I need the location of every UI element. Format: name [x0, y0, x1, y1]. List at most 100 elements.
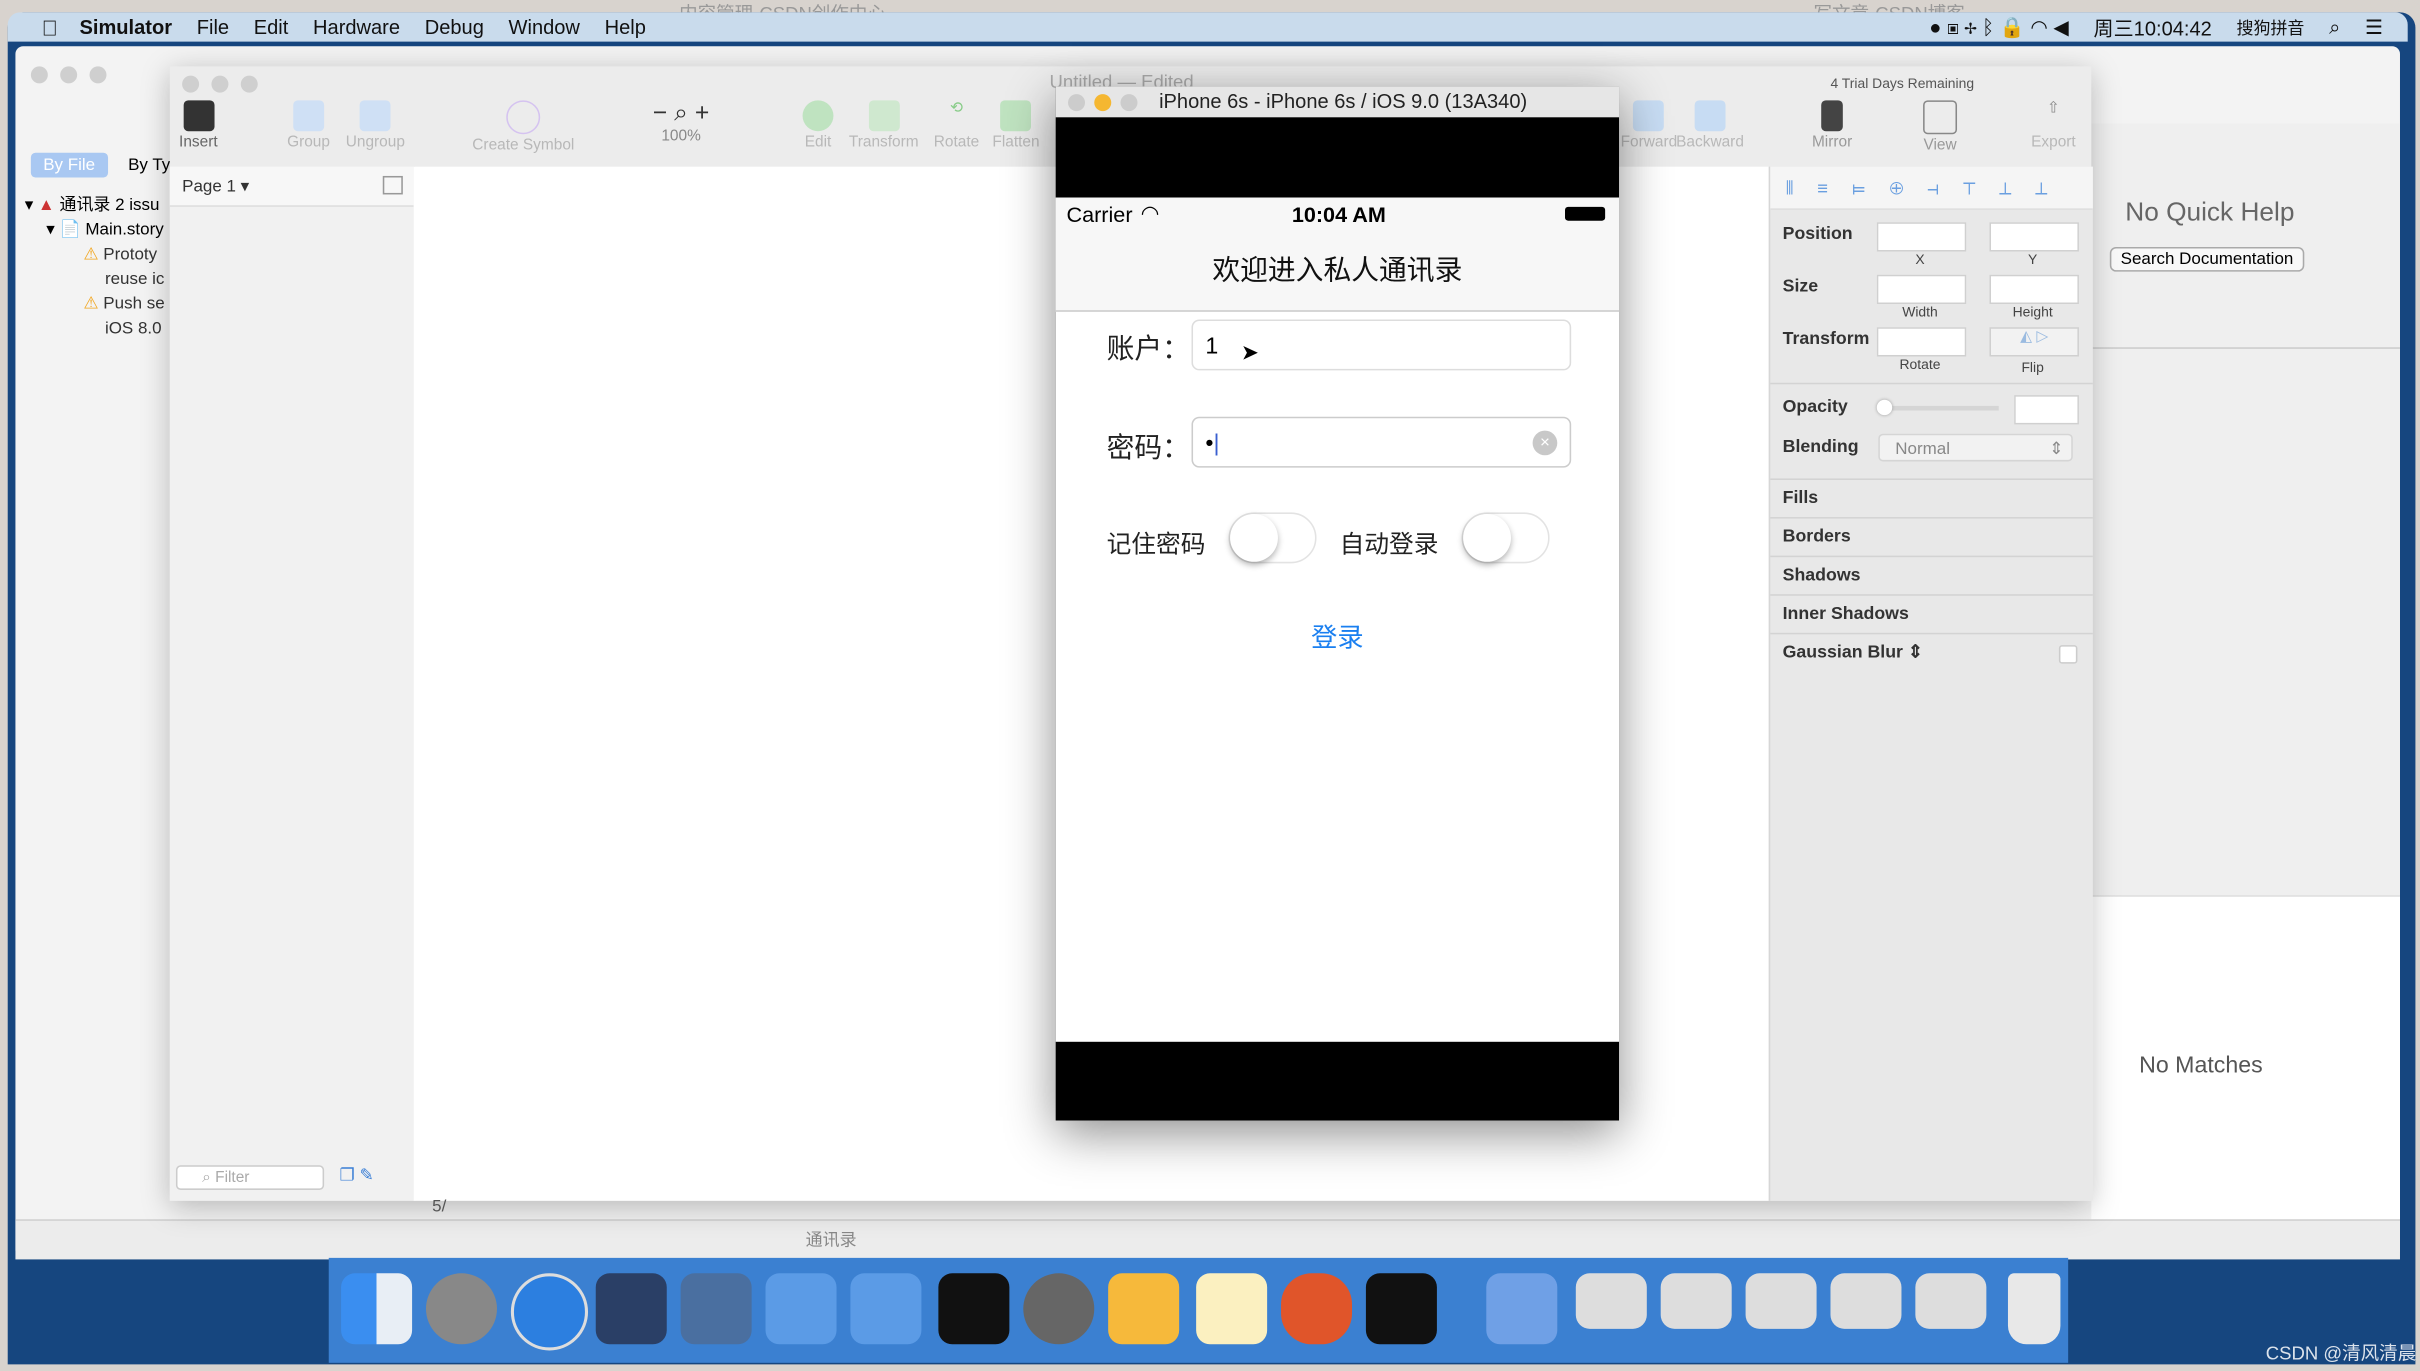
edit-button[interactable]: Edit: [802, 100, 834, 151]
rotate-input[interactable]: [1876, 327, 1967, 357]
remote-icon[interactable]: [1486, 1273, 1558, 1345]
system-preferences-icon[interactable]: [1023, 1273, 1095, 1345]
window-thumbnail-icon[interactable]: [1660, 1273, 1732, 1329]
warning-icon: ⚠: [83, 294, 99, 314]
xcode-icon[interactable]: [765, 1273, 837, 1345]
powerpoint-icon[interactable]: [1281, 1273, 1353, 1345]
height-input[interactable]: [1989, 274, 2079, 305]
window-thumbnail-icon[interactable]: [1830, 1273, 1902, 1329]
opacity-input[interactable]: [2014, 395, 2079, 425]
width-input[interactable]: [1876, 274, 1967, 305]
collapse-pages-icon[interactable]: [382, 175, 403, 195]
launchpad-icon[interactable]: [425, 1273, 497, 1345]
auto-login-switch[interactable]: [1461, 512, 1550, 564]
login-button[interactable]: 登录: [1056, 616, 1619, 655]
status-bar: Carrier ◠ 10:04 AM: [1055, 197, 1620, 232]
notification-icon[interactable]: ☰: [2365, 15, 2383, 40]
gaussian-blur-section[interactable]: Gaussian Blur ⇕: [1770, 632, 2093, 670]
sketch-window-controls[interactable]: [182, 73, 270, 101]
iphone-screen: Carrier ◠ 10:04 AM 欢迎进入私人通讯录 账户： 1 ➤ 密码：…: [1055, 197, 1620, 1042]
clear-text-icon[interactable]: ×: [1532, 430, 1558, 456]
window-controls[interactable]: [30, 63, 119, 91]
blur-checkbox[interactable]: [2058, 645, 2078, 664]
layers-panel: Page 1 ▾ ⌕ Filter ❐ ✎: [169, 166, 416, 1201]
finder-icon[interactable]: [341, 1273, 413, 1345]
borders-section[interactable]: Borders: [1770, 517, 2093, 554]
rotate-button[interactable]: ⟲ Rotate: [934, 100, 979, 151]
zoom-control[interactable]: − ⌕ +100%: [653, 100, 709, 145]
menu-help[interactable]: Help: [605, 15, 646, 38]
forward-button[interactable]: Forward: [1621, 100, 1677, 151]
sketch-icon[interactable]: [1108, 1273, 1180, 1345]
input-method[interactable]: 搜狗拼音: [2236, 15, 2304, 40]
export-button[interactable]: ⇧ Export: [2031, 100, 2076, 151]
notes-icon[interactable]: [1196, 1273, 1268, 1345]
fills-section[interactable]: Fills: [1770, 478, 2093, 515]
trash-icon[interactable]: [2007, 1273, 2061, 1345]
tree-storyboard[interactable]: ▾ 📄 Main.story: [25, 218, 170, 243]
apple-icon[interactable]: : [42, 15, 58, 40]
ungroup-button[interactable]: Ungroup: [346, 100, 405, 151]
watermark: CSDN @清风清晨: [2265, 1342, 2417, 1365]
opacity-label: Opacity: [1782, 398, 1848, 417]
search-documentation-button[interactable]: Search Documentation: [2109, 246, 2305, 272]
page-selector[interactable]: Page 1 ▾: [182, 176, 249, 196]
simulator-title: iPhone 6s - iPhone 6s / iOS 9.0 (13A340): [1159, 89, 1528, 113]
create-symbol-button[interactable]: Create Symbol: [472, 100, 574, 154]
flatten-button[interactable]: Flatten: [992, 100, 1040, 151]
mirror-button[interactable]: Mirror: [1812, 100, 1852, 151]
window-thumbnail-icon[interactable]: [1745, 1273, 1817, 1329]
remember-password-switch[interactable]: [1228, 512, 1317, 564]
shadows-section[interactable]: Shadows: [1770, 555, 2093, 593]
opacity-slider[interactable]: [1876, 399, 1999, 416]
transform-label: Transform: [1782, 330, 1870, 349]
mouse-app-icon[interactable]: [595, 1273, 667, 1345]
flip-buttons[interactable]: ◭ ▷: [1989, 327, 2079, 357]
filter-input[interactable]: ⌕ Filter: [175, 1165, 325, 1190]
password-input[interactable]: •| ×: [1191, 416, 1572, 468]
nav-title: 欢迎进入私人通讯录: [1055, 231, 1620, 312]
menu-app[interactable]: Simulator: [79, 15, 172, 38]
position-y-input[interactable]: [1989, 222, 2079, 252]
console-icon[interactable]: [1365, 1273, 1437, 1345]
clock[interactable]: 周三10:04:42: [2094, 12, 2212, 41]
trial-dropdown[interactable]: 4 Trial Days Remaining: [1830, 76, 1974, 91]
quick-help-text: No Quick Help: [2125, 197, 2295, 227]
transform-button[interactable]: Transform: [849, 100, 919, 151]
menu-edit[interactable]: Edit: [254, 15, 289, 38]
menu-hardware[interactable]: Hardware: [313, 15, 400, 38]
tree-project[interactable]: ▾ ▲ 通讯录 2 issu: [25, 193, 170, 218]
position-x-input[interactable]: [1876, 222, 1967, 252]
align-toolbar[interactable]: ⫴ ≡ ⊨ ⊕ ⊣ ⊤ ⊥ ⊥: [1770, 166, 2093, 210]
insert-button[interactable]: Insert: [179, 100, 218, 151]
window-thumbnail-icon[interactable]: [1915, 1273, 1987, 1329]
menu-window[interactable]: Window: [509, 15, 580, 38]
terminal-icon[interactable]: [938, 1273, 1010, 1345]
warning-icon: ⚠: [83, 245, 99, 264]
remember-password-label: 记住密码: [1106, 532, 1206, 559]
backward-button[interactable]: Backward: [1676, 100, 1744, 151]
status-icons[interactable]: ● ▣ ✢ ᛒ 🔒 ◠ ◀: [1929, 15, 2069, 40]
imovie-icon[interactable]: [680, 1273, 752, 1345]
tree-warning-1[interactable]: ⚠ Prototy reuse ic: [25, 242, 170, 291]
xcode-debug-bar: 通讯录: [15, 1219, 2400, 1260]
group-button[interactable]: Group: [287, 100, 330, 151]
spotlight-icon[interactable]: ⌕: [2329, 15, 2340, 40]
safari-icon[interactable]: [510, 1273, 589, 1351]
x-caption: X: [1915, 251, 1925, 268]
tab-by-type[interactable]: By Ty: [128, 156, 170, 175]
inner-shadows-section[interactable]: Inner Shadows: [1770, 594, 2093, 631]
carrier: Carrier: [1066, 202, 1133, 227]
simulator-window-controls[interactable]: [1068, 93, 1138, 116]
scheme-label[interactable]: 通讯录: [806, 1227, 857, 1252]
window-thumbnail-icon[interactable]: [1575, 1273, 1647, 1329]
tab-by-file[interactable]: By File: [30, 152, 108, 178]
menu-file[interactable]: File: [197, 15, 229, 38]
view-button[interactable]: View: [1923, 100, 1958, 154]
menu-debug[interactable]: Debug: [425, 15, 484, 38]
position-label: Position: [1782, 225, 1853, 244]
blending-select[interactable]: Normal ⇕: [1878, 433, 2073, 462]
tree-warning-2[interactable]: ⚠ Push se iOS 8.0: [25, 292, 170, 341]
layer-filter-icons[interactable]: ❐ ✎: [340, 1165, 374, 1186]
simulator-icon[interactable]: [850, 1273, 922, 1345]
